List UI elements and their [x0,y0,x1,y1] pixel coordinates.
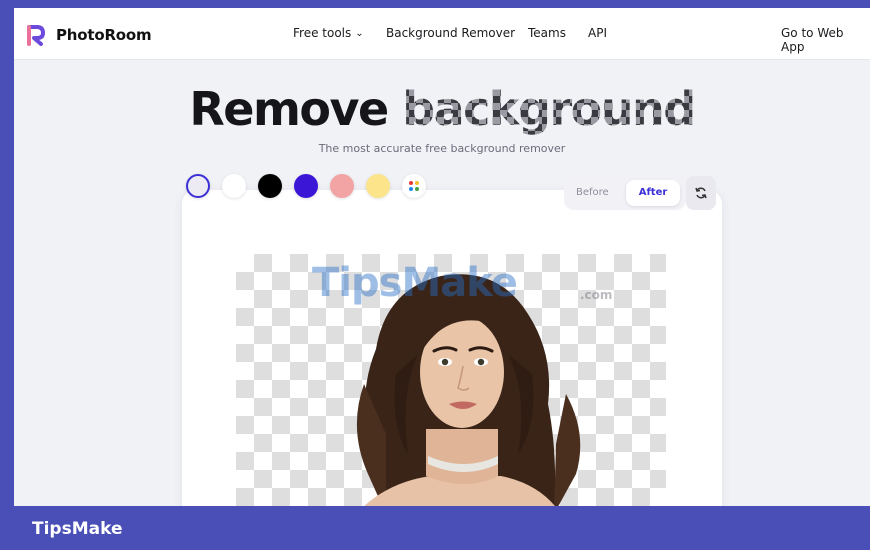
nav-free-tools[interactable]: Free tools ⌄ [293,26,364,40]
swatch-white[interactable] [222,174,246,198]
page-title: Remove background [14,82,870,136]
swatch-black[interactable] [258,174,282,198]
palette-dot-red [409,181,413,185]
nav-api[interactable]: API [588,26,607,40]
palette-dot-blue [409,187,413,191]
top-nav: PhotoRoom Free tools ⌄ Background Remover… [14,8,870,60]
footer-brand: TipsMake [32,519,123,539]
palette-dot-yellow [415,181,419,185]
photoroom-logo[interactable]: PhotoRoom [26,24,152,46]
nav-teams[interactable]: Teams [528,26,566,40]
browser-viewport: PhotoRoom Free tools ⌄ Background Remover… [14,8,870,506]
swatch-indigo[interactable] [294,174,318,198]
portrait-photo [356,274,581,506]
brand-name: PhotoRoom [56,26,152,44]
refresh-icon [695,187,707,199]
after-tab[interactable]: After [626,180,680,206]
background-color-swatches [186,174,438,200]
nav-background-remover[interactable]: Background Remover [386,26,515,40]
palette-dot-green [415,187,419,191]
swatch-custom-color[interactable] [402,174,426,198]
swatch-pink[interactable] [330,174,354,198]
photoroom-logo-icon [27,25,45,46]
page-subtitle: The most accurate free background remove… [318,142,566,155]
tipsmake-footer-bar: TipsMake [0,506,870,550]
refresh-button[interactable] [686,176,716,210]
title-word-background: background [402,82,696,136]
before-tab[interactable]: Before [576,187,609,198]
swatch-transparent[interactable] [186,174,210,198]
nav-free-tools-label: Free tools [293,26,352,40]
chevron-down-icon: ⌄ [355,28,364,39]
go-to-web-app-link[interactable]: Go to Web App [781,26,870,54]
title-word-remove: Remove [189,82,389,136]
swatch-yellow[interactable] [366,174,390,198]
before-after-toggle: Before After [564,176,686,210]
transparent-background-preview [236,254,666,506]
